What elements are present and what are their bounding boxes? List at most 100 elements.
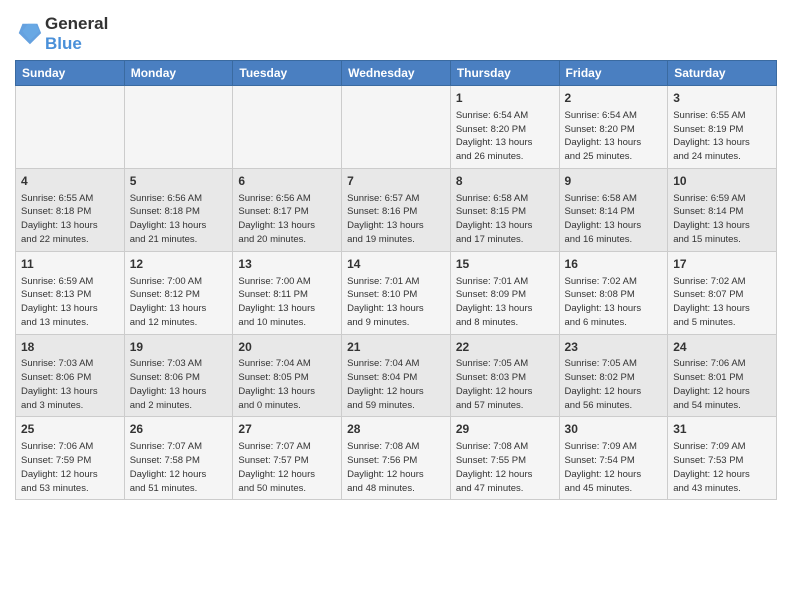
day-info: Sunrise: 7:08 AM Sunset: 7:55 PM Dayligh…: [456, 440, 554, 495]
day-number: 22: [456, 339, 554, 356]
day-number: 20: [238, 339, 336, 356]
day-info: Sunrise: 7:09 AM Sunset: 7:53 PM Dayligh…: [673, 440, 771, 495]
day-cell: 17 Sunrise: 7:02 AM Sunset: 8:07 PM Dayli…: [668, 251, 777, 334]
day-cell: 3 Sunrise: 6:55 AM Sunset: 8:19 PM Daylig…: [668, 86, 777, 169]
day-cell: [233, 86, 342, 169]
day-cell: [16, 86, 125, 169]
day-number: 10: [673, 173, 771, 190]
day-info: Sunrise: 6:58 AM Sunset: 8:15 PM Dayligh…: [456, 192, 554, 247]
day-cell: 14Sunrise: 7:01 AM Sunset: 8:10 PM Dayli…: [342, 251, 451, 334]
day-number: 21: [347, 339, 445, 356]
logo: General Blue: [15, 14, 108, 54]
day-cell: 30 Sunrise: 7:09 AM Sunset: 7:54 PM Dayli…: [559, 417, 668, 500]
day-number: 30: [565, 421, 663, 438]
day-cell: 2Sunrise: 6:54 AM Sunset: 8:20 PM Daylig…: [559, 86, 668, 169]
day-cell: 6Sunrise: 6:56 AM Sunset: 8:17 PM Daylig…: [233, 168, 342, 251]
day-cell: 12 Sunrise: 7:00 AM Sunset: 8:12 PM Dayli…: [124, 251, 233, 334]
day-info: Sunrise: 7:09 AM Sunset: 7:54 PM Dayligh…: [565, 440, 663, 495]
day-number: 3: [673, 90, 771, 107]
day-cell: 22Sunrise: 7:05 AM Sunset: 8:03 PM Dayli…: [450, 334, 559, 417]
day-info: Sunrise: 7:05 AM Sunset: 8:02 PM Dayligh…: [565, 357, 663, 412]
header-cell-friday: Friday: [559, 61, 668, 86]
header-cell-wednesday: Wednesday: [342, 61, 451, 86]
day-info: Sunrise: 7:04 AM Sunset: 8:05 PM Dayligh…: [238, 357, 336, 412]
day-info: Sunrise: 7:02 AM Sunset: 8:08 PM Dayligh…: [565, 275, 663, 330]
day-cell: 15 Sunrise: 7:01 AM Sunset: 8:09 PM Dayli…: [450, 251, 559, 334]
day-number: 25: [21, 421, 119, 438]
header-row: SundayMondayTuesdayWednesdayThursdayFrid…: [16, 61, 777, 86]
day-info: Sunrise: 6:57 AM Sunset: 8:16 PM Dayligh…: [347, 192, 445, 247]
day-info: Sunrise: 6:59 AM Sunset: 8:13 PM Dayligh…: [21, 275, 119, 330]
day-number: 14: [347, 256, 445, 273]
day-number: 15: [456, 256, 554, 273]
day-number: 5: [130, 173, 228, 190]
day-number: 29: [456, 421, 554, 438]
day-number: 17: [673, 256, 771, 273]
day-number: 6: [238, 173, 336, 190]
week-row-3: 11Sunrise: 6:59 AM Sunset: 8:13 PM Dayli…: [16, 251, 777, 334]
day-cell: 7 Sunrise: 6:57 AM Sunset: 8:16 PM Daylig…: [342, 168, 451, 251]
logo-icon: [15, 20, 43, 48]
day-cell: 10Sunrise: 6:59 AM Sunset: 8:14 PM Dayli…: [668, 168, 777, 251]
day-info: Sunrise: 7:01 AM Sunset: 8:09 PM Dayligh…: [456, 275, 554, 330]
day-cell: 1 Sunrise: 6:54 AM Sunset: 8:20 PM Daylig…: [450, 86, 559, 169]
day-number: 24: [673, 339, 771, 356]
day-number: 23: [565, 339, 663, 356]
day-number: 27: [238, 421, 336, 438]
day-info: Sunrise: 7:06 AM Sunset: 8:01 PM Dayligh…: [673, 357, 771, 412]
day-cell: 16 Sunrise: 7:02 AM Sunset: 8:08 PM Dayli…: [559, 251, 668, 334]
week-row-5: 25 Sunrise: 7:06 AM Sunset: 7:59 PM Dayli…: [16, 417, 777, 500]
day-cell: 26Sunrise: 7:07 AM Sunset: 7:58 PM Dayli…: [124, 417, 233, 500]
day-cell: 20Sunrise: 7:04 AM Sunset: 8:05 PM Dayli…: [233, 334, 342, 417]
week-row-4: 18Sunrise: 7:03 AM Sunset: 8:06 PM Dayli…: [16, 334, 777, 417]
day-cell: 11Sunrise: 6:59 AM Sunset: 8:13 PM Dayli…: [16, 251, 125, 334]
header-cell-sunday: Sunday: [16, 61, 125, 86]
day-cell: 31 Sunrise: 7:09 AM Sunset: 7:53 PM Dayli…: [668, 417, 777, 500]
logo-text: General Blue: [45, 14, 108, 54]
day-number: 19: [130, 339, 228, 356]
day-info: Sunrise: 7:06 AM Sunset: 7:59 PM Dayligh…: [21, 440, 119, 495]
day-cell: [124, 86, 233, 169]
day-cell: 29 Sunrise: 7:08 AM Sunset: 7:55 PM Dayli…: [450, 417, 559, 500]
day-cell: 27 Sunrise: 7:07 AM Sunset: 7:57 PM Dayli…: [233, 417, 342, 500]
day-number: 28: [347, 421, 445, 438]
day-cell: 21Sunrise: 7:04 AM Sunset: 8:04 PM Dayli…: [342, 334, 451, 417]
day-cell: 4Sunrise: 6:55 AM Sunset: 8:18 PM Daylig…: [16, 168, 125, 251]
day-cell: 28Sunrise: 7:08 AM Sunset: 7:56 PM Dayli…: [342, 417, 451, 500]
header-cell-tuesday: Tuesday: [233, 61, 342, 86]
day-cell: 23Sunrise: 7:05 AM Sunset: 8:02 PM Dayli…: [559, 334, 668, 417]
day-cell: 5 Sunrise: 6:56 AM Sunset: 8:18 PM Daylig…: [124, 168, 233, 251]
day-cell: 8 Sunrise: 6:58 AM Sunset: 8:15 PM Daylig…: [450, 168, 559, 251]
day-number: 18: [21, 339, 119, 356]
day-number: 13: [238, 256, 336, 273]
day-cell: 24Sunrise: 7:06 AM Sunset: 8:01 PM Dayli…: [668, 334, 777, 417]
header-cell-saturday: Saturday: [668, 61, 777, 86]
day-number: 12: [130, 256, 228, 273]
calendar-table: SundayMondayTuesdayWednesdayThursdayFrid…: [15, 60, 777, 500]
day-cell: [342, 86, 451, 169]
header-cell-monday: Monday: [124, 61, 233, 86]
day-number: 26: [130, 421, 228, 438]
day-info: Sunrise: 6:55 AM Sunset: 8:18 PM Dayligh…: [21, 192, 119, 247]
day-info: Sunrise: 7:02 AM Sunset: 8:07 PM Dayligh…: [673, 275, 771, 330]
day-number: 9: [565, 173, 663, 190]
day-number: 8: [456, 173, 554, 190]
day-number: 1: [456, 90, 554, 107]
day-info: Sunrise: 7:00 AM Sunset: 8:11 PM Dayligh…: [238, 275, 336, 330]
day-number: 7: [347, 173, 445, 190]
day-info: Sunrise: 7:07 AM Sunset: 7:57 PM Dayligh…: [238, 440, 336, 495]
day-info: Sunrise: 7:00 AM Sunset: 8:12 PM Dayligh…: [130, 275, 228, 330]
day-info: Sunrise: 7:03 AM Sunset: 8:06 PM Dayligh…: [130, 357, 228, 412]
day-number: 31: [673, 421, 771, 438]
day-number: 2: [565, 90, 663, 107]
day-info: Sunrise: 6:56 AM Sunset: 8:18 PM Dayligh…: [130, 192, 228, 247]
day-info: Sunrise: 6:58 AM Sunset: 8:14 PM Dayligh…: [565, 192, 663, 247]
day-info: Sunrise: 7:04 AM Sunset: 8:04 PM Dayligh…: [347, 357, 445, 412]
day-info: Sunrise: 7:03 AM Sunset: 8:06 PM Dayligh…: [21, 357, 119, 412]
day-info: Sunrise: 6:54 AM Sunset: 8:20 PM Dayligh…: [456, 109, 554, 164]
day-info: Sunrise: 7:05 AM Sunset: 8:03 PM Dayligh…: [456, 357, 554, 412]
day-number: 16: [565, 256, 663, 273]
day-info: Sunrise: 6:55 AM Sunset: 8:19 PM Dayligh…: [673, 109, 771, 164]
day-cell: 9 Sunrise: 6:58 AM Sunset: 8:14 PM Daylig…: [559, 168, 668, 251]
week-row-1: 1 Sunrise: 6:54 AM Sunset: 8:20 PM Daylig…: [16, 86, 777, 169]
